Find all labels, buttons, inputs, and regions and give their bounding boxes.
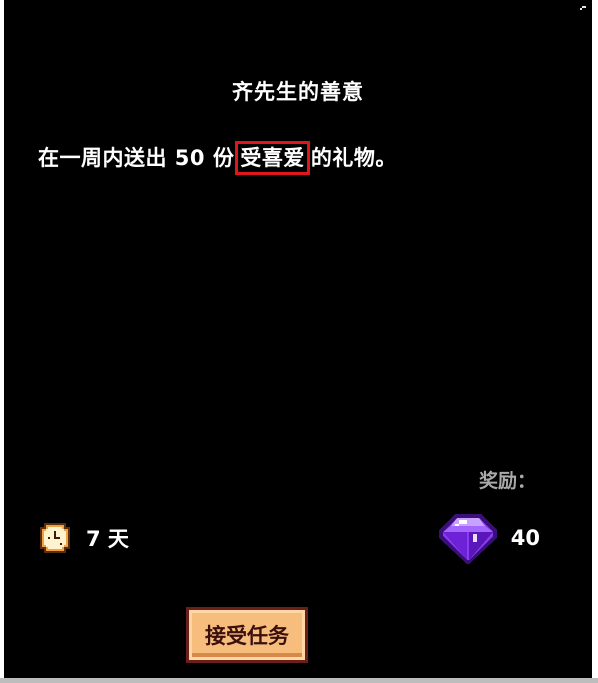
reward-amount: 40 — [510, 526, 540, 550]
quest-window: 齐先生的善意 在一周内送出 50 份受喜爱 的礼物。 奖励： 7 天 40 接受… — [0, 0, 598, 683]
quest-panel: 齐先生的善意 在一周内送出 50 份受喜爱 的礼物。 奖励： 7 天 40 — [4, 0, 592, 678]
reward-label: 奖励： — [478, 470, 536, 492]
quest-description: 在一周内送出 50 份受喜爱 的礼物。 — [38, 141, 397, 175]
reward: 40 — [437, 510, 540, 566]
accept-quest-button[interactable]: 接受任务 — [186, 607, 308, 663]
description-text-start: 在一周内送出 50 份 — [38, 146, 235, 170]
quest-title: 齐先生的善意 — [232, 80, 364, 104]
purple-gem-icon — [438, 514, 497, 564]
description-text-end: 的礼物。 — [310, 146, 397, 170]
corner-mark-icon — [580, 6, 586, 10]
time-limit-text: 7 天 — [86, 527, 129, 551]
time-limit: 7 天 — [38, 520, 129, 556]
window-bottom-edge — [0, 678, 598, 683]
clock-icon — [40, 523, 70, 553]
highlighted-keyword: 受喜爱 — [235, 141, 310, 175]
